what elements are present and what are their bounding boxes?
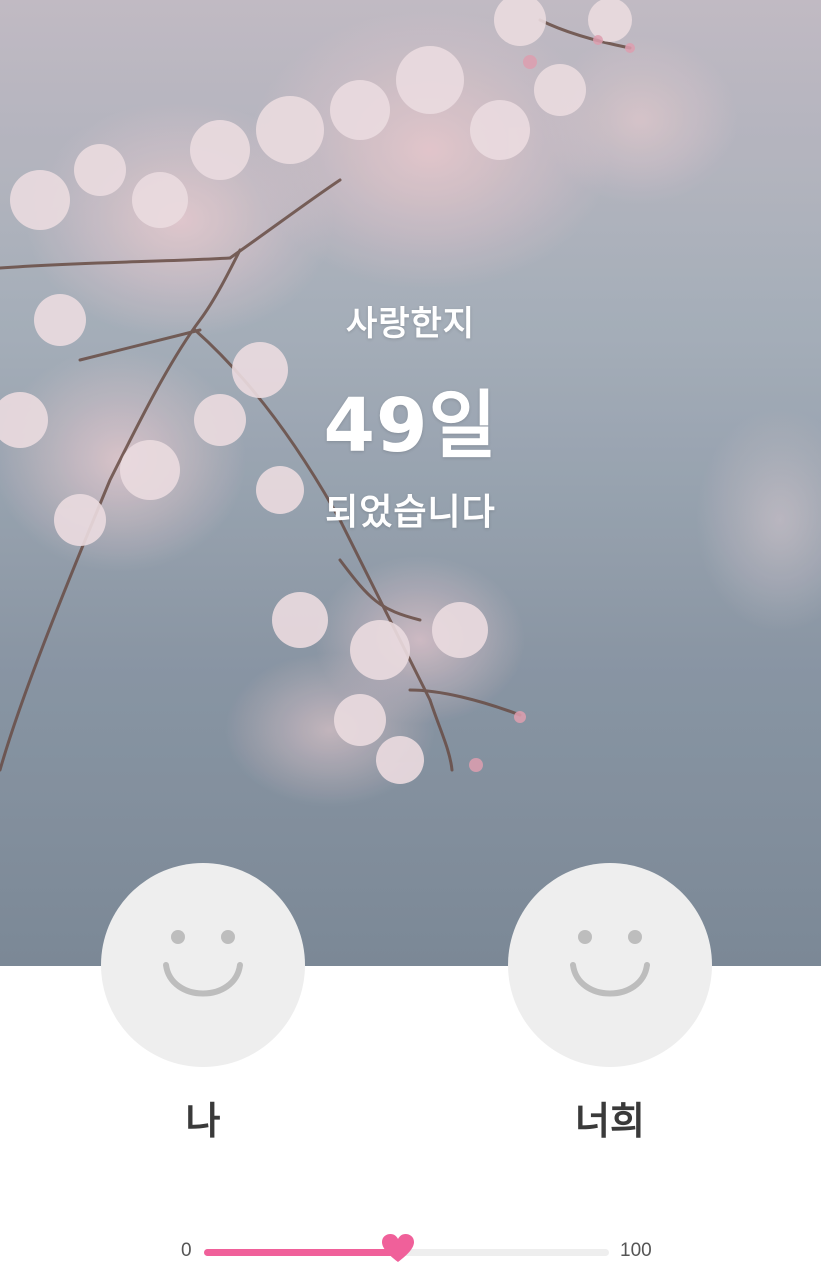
- heart-icon: [382, 1234, 415, 1262]
- partner-avatar[interactable]: [508, 863, 712, 1067]
- smiley-icon: [163, 930, 243, 997]
- partner-name[interactable]: 너희: [508, 1090, 712, 1145]
- love-slider[interactable]: 0 100: [0, 1230, 821, 1270]
- days-count: 49일: [323, 383, 498, 469]
- app-screen: 사랑한지 49일 되었습니다 나 너희 0 100: [0, 0, 821, 1280]
- slider-fill: [204, 1249, 399, 1256]
- my-avatar[interactable]: [101, 863, 305, 1067]
- slider-thumb[interactable]: [382, 1234, 415, 1264]
- days-label-top: 사랑한지: [345, 304, 476, 344]
- hero-background: 사랑한지 49일 되었습니다: [0, 0, 821, 966]
- smiley-icon: [570, 930, 650, 997]
- my-name[interactable]: 나: [101, 1090, 305, 1145]
- slider-max-label: 100: [620, 1240, 652, 1261]
- days-label-bottom: 되었습니다: [325, 492, 496, 533]
- slider-min-label: 0: [181, 1240, 192, 1261]
